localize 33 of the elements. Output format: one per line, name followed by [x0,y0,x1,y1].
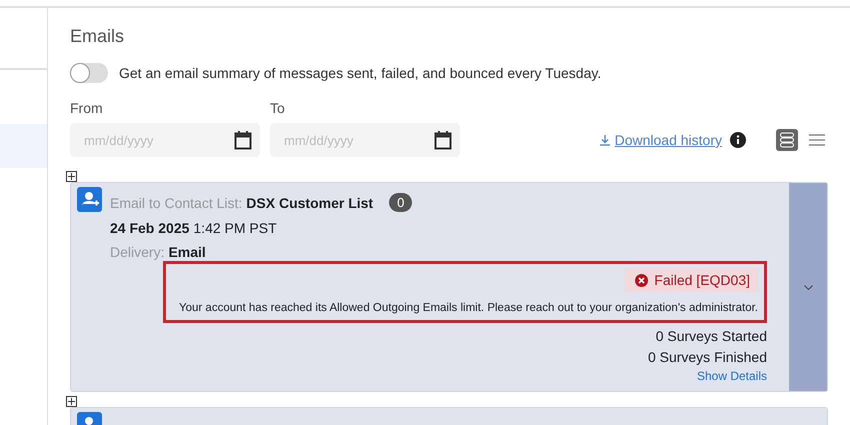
date-input[interactable]: mm/dd/yyyy [82,132,216,148]
field-label: To [270,100,286,116]
info-icon[interactable] [730,132,746,148]
toggle-switch[interactable] [70,63,108,83]
expand-icon[interactable] [66,396,77,407]
download-icon [600,134,610,146]
count-badge: 0 [389,193,412,212]
field-label: From [70,100,104,116]
status-badge: Failed [EQD03] [625,268,758,292]
download-link[interactable]: Download history [600,132,722,148]
list-name: DSX Customer List [246,194,374,210]
calendar-icon[interactable] [234,130,252,150]
date-input[interactable]: mm/dd/yyyy [282,132,416,148]
card-view-button[interactable] [776,129,798,151]
expand-icon[interactable] [66,171,77,182]
delivery-method: Email [168,244,206,260]
toggle-label: Get an email summary of messages sent, failed, and bounced every Tuesday. [119,65,602,81]
contact-icon [77,187,102,212]
section-title: Emails [70,26,126,47]
calendar-icon[interactable] [434,130,452,150]
send-date: 24 Feb 2025 [110,220,190,236]
menu-icon [809,134,825,146]
error-icon [635,274,648,286]
chevron-down-icon [804,284,812,290]
error-message: Your account has reached its Allowed Outgoing Emails limit. Please reach out to your organization's administrator. [179,302,758,314]
date-field[interactable]: mm/dd/yyyy [70,123,260,157]
date-field[interactable]: mm/dd/yyyy [270,123,460,157]
distribution-type: Email to Contact List: [110,194,242,210]
show-details-link[interactable]: Show Details [696,369,767,383]
surveys-started: 0 Surveys Started [656,328,767,344]
delivery-label: Delivery: [110,244,164,260]
send-time: 1:42 PM PST [193,220,277,236]
surveys-finished: 0 Surveys Finished [648,349,767,365]
